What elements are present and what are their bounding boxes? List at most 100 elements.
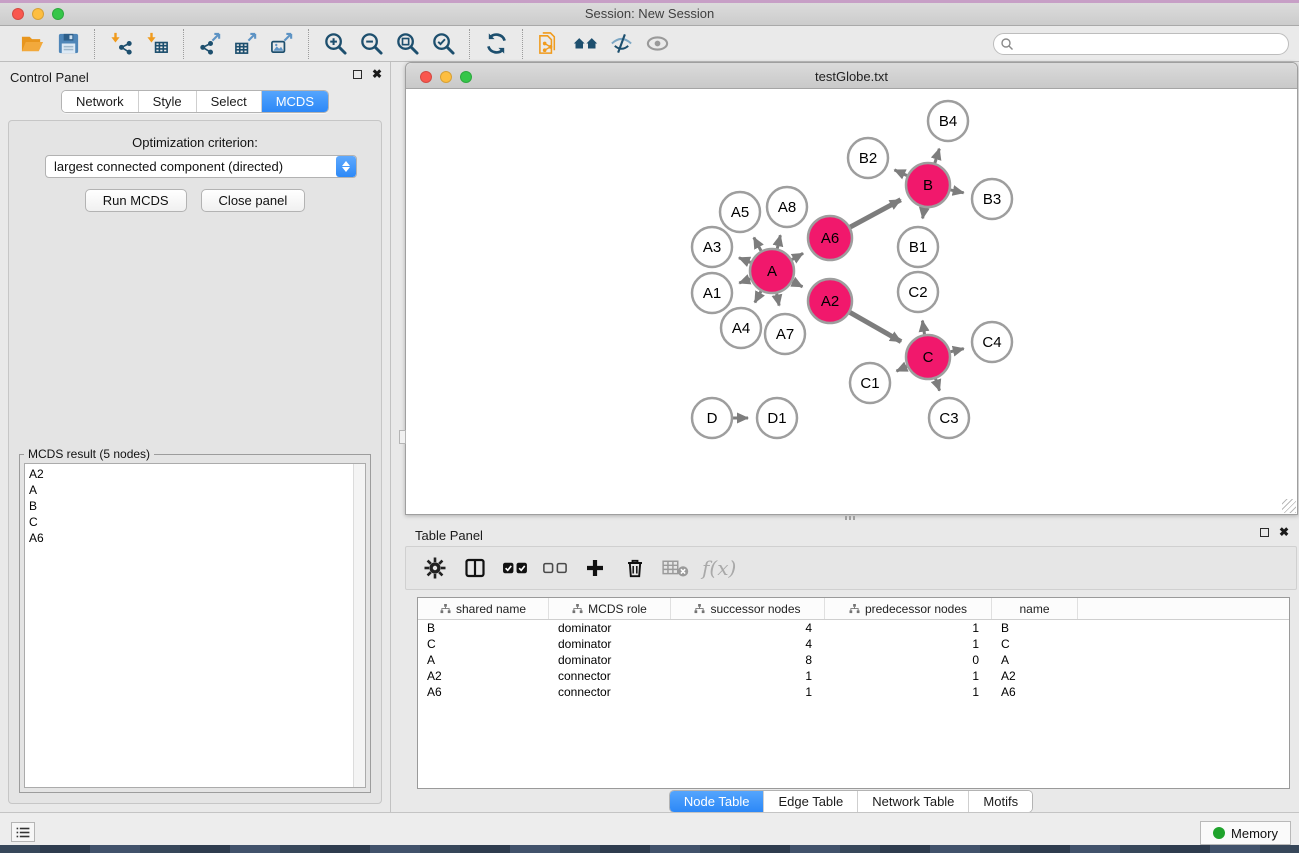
zoom-fit-button[interactable] xyxy=(389,29,425,59)
table-cell[interactable]: 1 xyxy=(825,620,992,636)
zoom-selected-button[interactable] xyxy=(425,29,461,59)
show-panels-button[interactable] xyxy=(11,822,35,842)
graph-node-C[interactable]: C xyxy=(906,335,950,379)
unselect-all-button[interactable] xyxy=(538,551,572,585)
close-panel-button[interactable]: Close panel xyxy=(201,189,306,212)
tab-motifs[interactable]: Motifs xyxy=(968,791,1032,812)
table-cell[interactable]: C xyxy=(992,636,1078,652)
show-columns-button[interactable] xyxy=(458,551,492,585)
graph-node-B3[interactable]: B3 xyxy=(972,179,1012,219)
graph-node-C3[interactable]: C3 xyxy=(929,398,969,438)
refresh-button[interactable] xyxy=(478,29,514,59)
graph-node-A4[interactable]: A4 xyxy=(721,308,761,348)
graph-node-D1[interactable]: D1 xyxy=(757,398,797,438)
table-cell[interactable]: A6 xyxy=(418,684,549,700)
column-header-MCDS-role[interactable]: MCDS role xyxy=(549,598,671,619)
table-cell[interactable]: 1 xyxy=(825,636,992,652)
table-cell[interactable]: B xyxy=(992,620,1078,636)
table-cell[interactable]: A xyxy=(992,652,1078,668)
table-cell[interactable]: 8 xyxy=(671,652,825,668)
table-cell[interactable]: 4 xyxy=(671,636,825,652)
graph-node-C1[interactable]: C1 xyxy=(850,363,890,403)
table-cell[interactable]: 1 xyxy=(671,668,825,684)
open-file-button[interactable] xyxy=(14,29,50,59)
graph-node-A3[interactable]: A3 xyxy=(692,227,732,267)
float-panel-icon[interactable] xyxy=(353,70,362,79)
column-header-successor-nodes[interactable]: successor nodes xyxy=(671,598,825,619)
close-table-panel-icon[interactable]: ✖ xyxy=(1279,527,1289,537)
graph-node-A1[interactable]: A1 xyxy=(692,273,732,313)
graph-node-C2[interactable]: C2 xyxy=(898,272,938,312)
table-cell[interactable]: connector xyxy=(549,668,671,684)
mcds-result-item[interactable]: A6 xyxy=(29,530,365,546)
graph-node-B2[interactable]: B2 xyxy=(848,138,888,178)
column-header-name[interactable]: name xyxy=(992,598,1078,619)
tab-edge-table[interactable]: Edge Table xyxy=(763,791,857,812)
import-table-button[interactable] xyxy=(139,29,175,59)
table-cell[interactable]: dominator xyxy=(549,620,671,636)
table-cell[interactable]: dominator xyxy=(549,652,671,668)
export-table-button[interactable] xyxy=(228,29,264,59)
graph-node-C4[interactable]: C4 xyxy=(972,322,1012,362)
graph-node-D[interactable]: D xyxy=(692,398,732,438)
tab-network[interactable]: Network xyxy=(62,91,138,112)
graph-node-B1[interactable]: B1 xyxy=(898,227,938,267)
graph-node-B4[interactable]: B4 xyxy=(928,101,968,141)
graph-node-A7[interactable]: A7 xyxy=(765,314,805,354)
save-session-button[interactable] xyxy=(50,29,86,59)
edge-A6-B[interactable] xyxy=(847,200,901,229)
split-pane-grip-vertical[interactable] xyxy=(399,430,406,444)
hide-selected-button[interactable] xyxy=(603,29,639,59)
table-cell[interactable]: dominator xyxy=(549,636,671,652)
table-cell[interactable]: 1 xyxy=(825,668,992,684)
table-cell[interactable]: 1 xyxy=(825,684,992,700)
memory-button[interactable]: Memory xyxy=(1200,821,1291,845)
tab-mcds[interactable]: MCDS xyxy=(261,91,328,112)
mcds-result-item[interactable]: C xyxy=(29,514,365,530)
table-settings-button[interactable] xyxy=(418,551,452,585)
import-network-button[interactable] xyxy=(103,29,139,59)
table-cell[interactable]: A2 xyxy=(418,668,549,684)
table-cell[interactable]: 1 xyxy=(671,684,825,700)
column-header-predecessor-nodes[interactable]: predecessor nodes xyxy=(825,598,992,619)
network-canvas[interactable]: AA1A2A3A4A5A6A7A8BB1B2B3B4CC1C2C3C4DD1 xyxy=(407,89,1296,513)
table-cell[interactable]: connector xyxy=(549,684,671,700)
export-network-button[interactable] xyxy=(192,29,228,59)
tab-node-table[interactable]: Node Table xyxy=(670,791,764,812)
table-cell[interactable]: 0 xyxy=(825,652,992,668)
delete-column-button[interactable] xyxy=(618,551,652,585)
table-cell[interactable]: A2 xyxy=(992,668,1078,684)
tab-network-table[interactable]: Network Table xyxy=(857,791,968,812)
mcds-result-item[interactable]: A2 xyxy=(29,466,365,482)
new-network-from-file-button[interactable] xyxy=(531,29,567,59)
graph-node-A5[interactable]: A5 xyxy=(720,192,760,232)
run-mcds-button[interactable]: Run MCDS xyxy=(85,189,187,212)
edge-A2-C[interactable] xyxy=(846,310,901,341)
graph-node-A6[interactable]: A6 xyxy=(808,216,852,260)
first-neighbors-button[interactable] xyxy=(567,29,603,59)
column-header-shared-name[interactable]: shared name xyxy=(418,598,549,619)
table-cell[interactable]: C xyxy=(418,636,549,652)
tab-style[interactable]: Style xyxy=(138,91,196,112)
search-input[interactable] xyxy=(993,33,1289,55)
mcds-result-item[interactable]: A xyxy=(29,482,365,498)
table-cell[interactable]: A xyxy=(418,652,549,668)
graph-node-B[interactable]: B xyxy=(906,163,950,207)
export-image-button[interactable] xyxy=(264,29,300,59)
select-all-button[interactable] xyxy=(498,551,532,585)
float-table-panel-icon[interactable] xyxy=(1260,528,1269,537)
resize-handle[interactable] xyxy=(1282,499,1296,513)
network-window-titlebar[interactable]: testGlobe.txt xyxy=(406,63,1297,89)
result-list-scrollbar[interactable] xyxy=(353,464,365,787)
mcds-result-item[interactable]: B xyxy=(29,498,365,514)
graph-node-A8[interactable]: A8 xyxy=(767,187,807,227)
function-builder-button[interactable]: f(x) xyxy=(698,556,736,580)
criterion-dropdown[interactable]: largest connected component (directed) xyxy=(45,155,357,178)
add-column-button[interactable] xyxy=(578,551,612,585)
show-all-button[interactable] xyxy=(639,29,675,59)
table-cell[interactable]: B xyxy=(418,620,549,636)
zoom-out-button[interactable] xyxy=(353,29,389,59)
table-cell[interactable]: A6 xyxy=(992,684,1078,700)
tab-select[interactable]: Select xyxy=(196,91,261,112)
graph-node-A[interactable]: A xyxy=(750,249,794,293)
